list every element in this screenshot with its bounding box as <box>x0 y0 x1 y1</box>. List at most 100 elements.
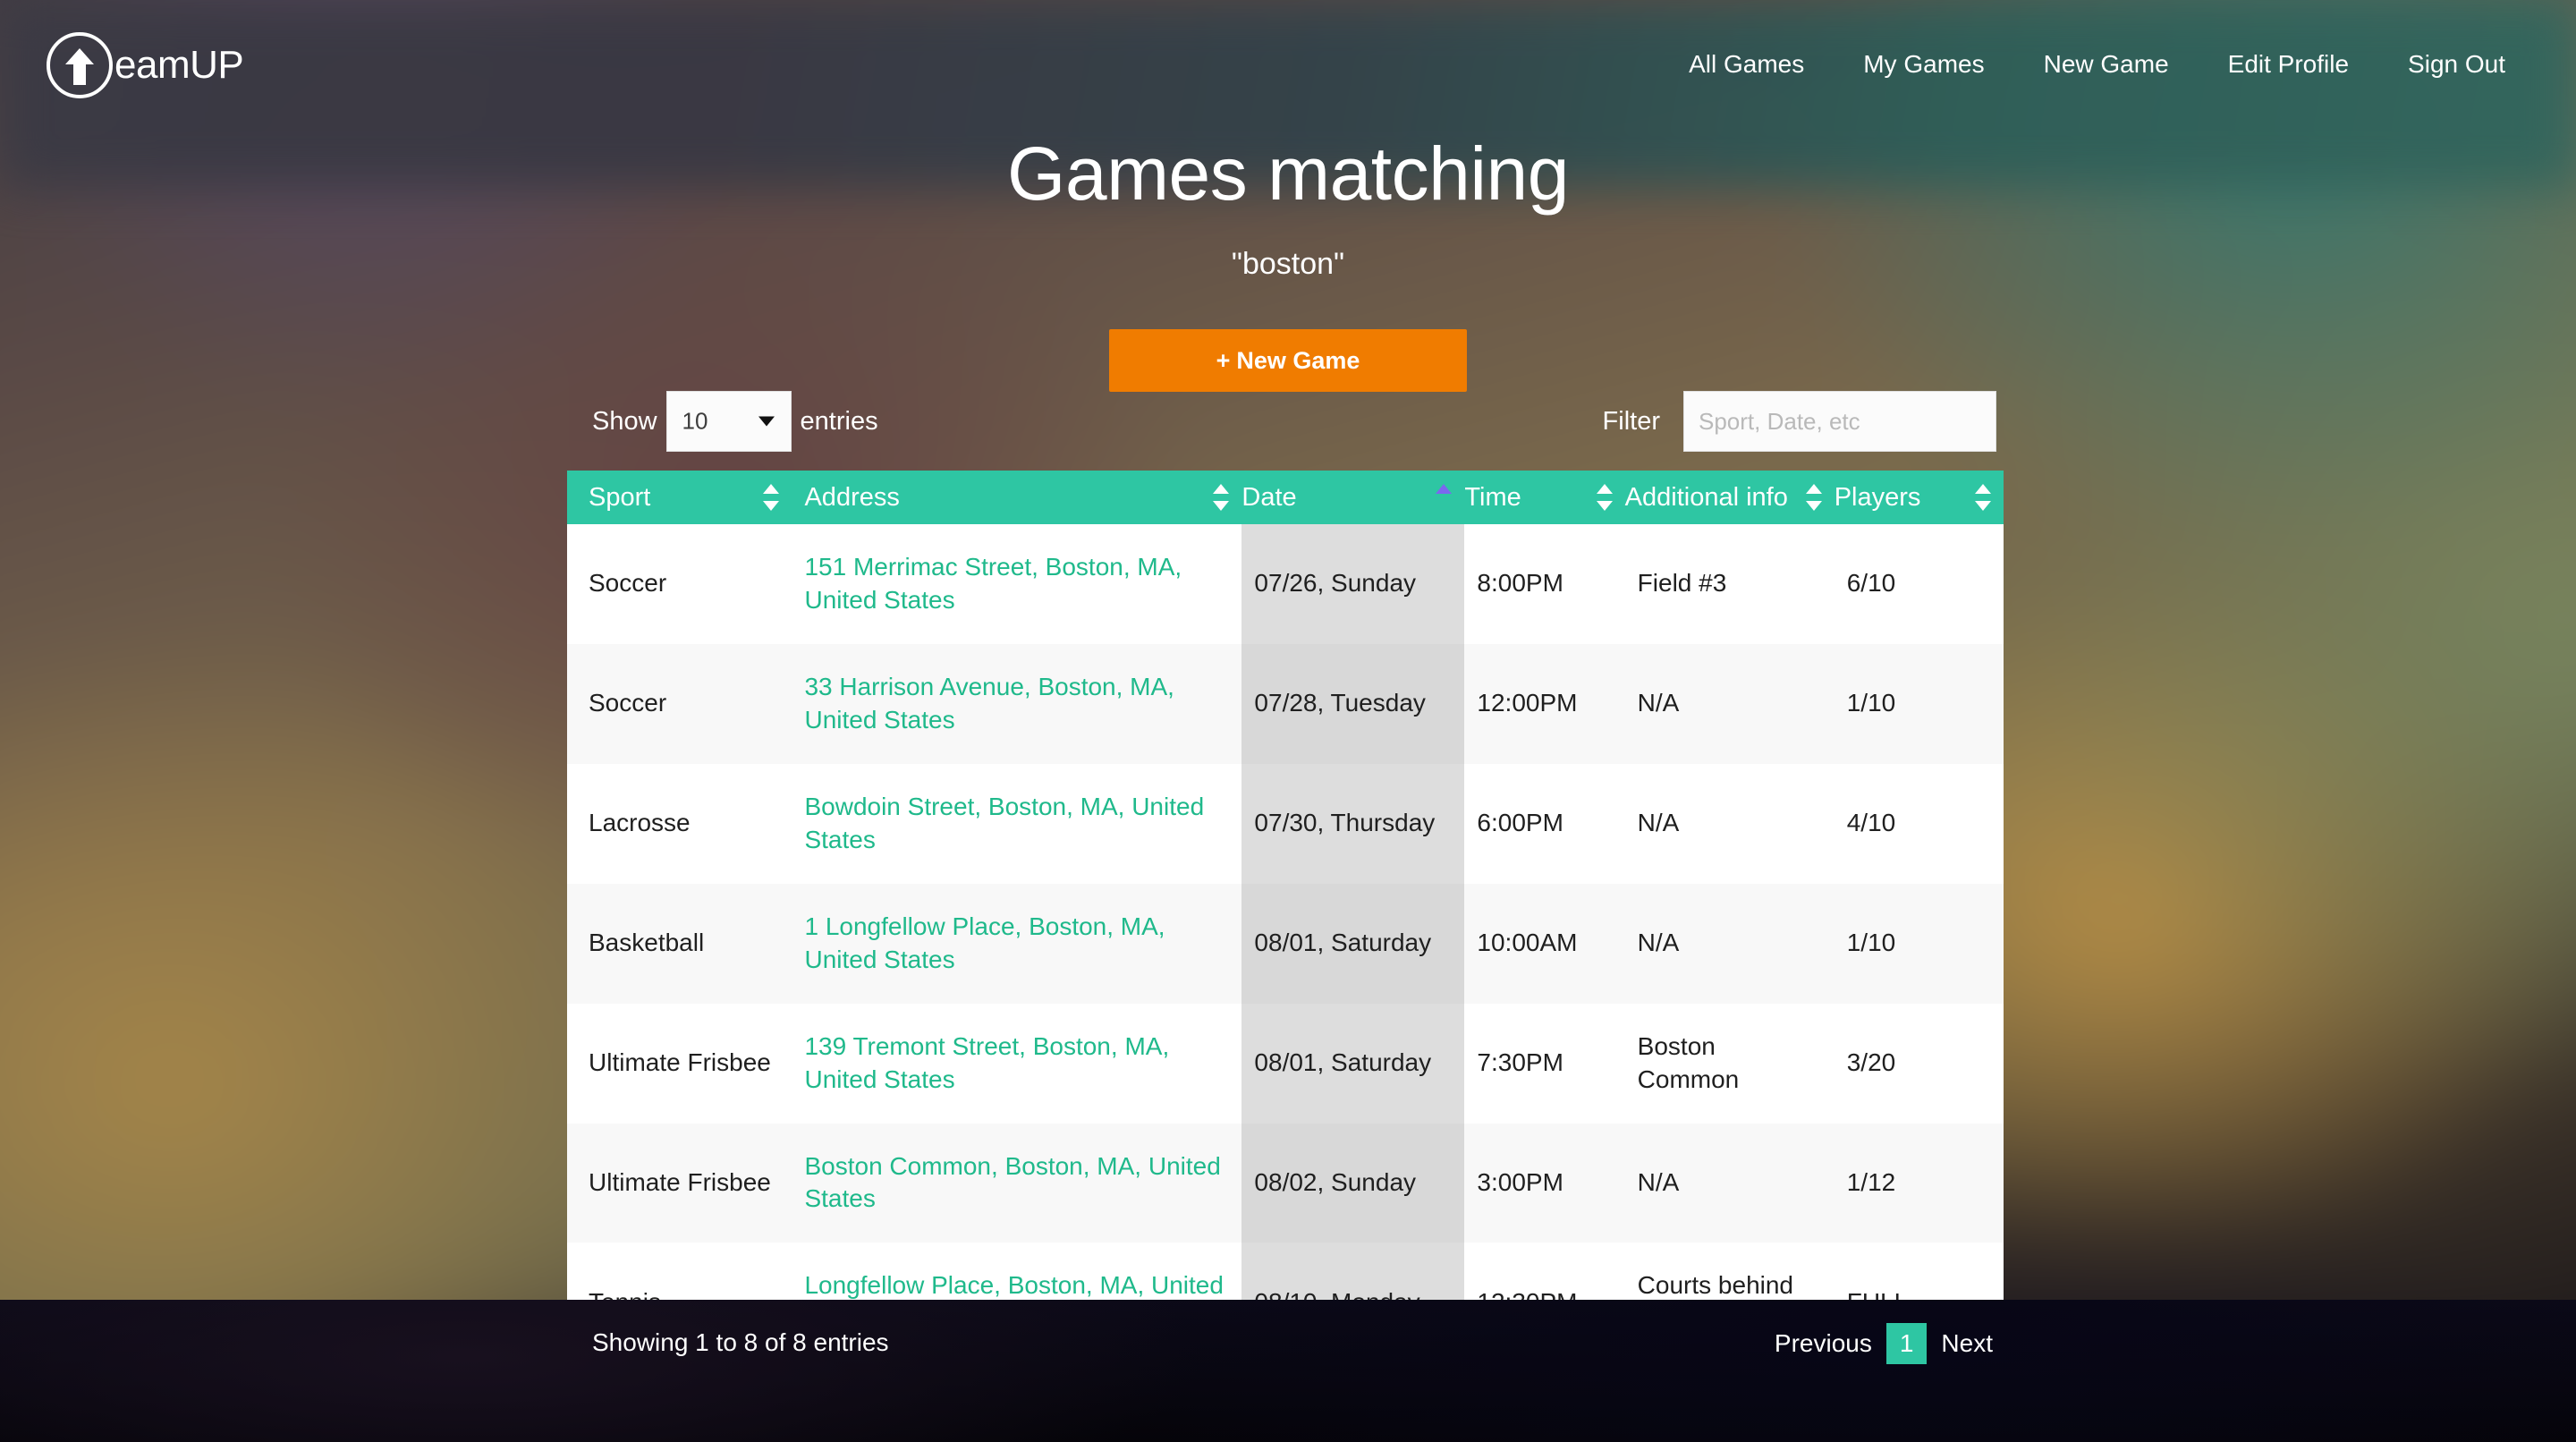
page-root: eamUP All Games My Games New Game Edit P… <box>0 0 2576 1442</box>
cell-players: 4/10 <box>1846 809 1896 837</box>
cell-time: 10:00AM <box>1477 929 1578 957</box>
cell-address: Boston Common, Boston, MA, United States <box>792 1124 1241 1243</box>
pagination-next[interactable]: Next <box>1930 1323 2004 1364</box>
new-game-button-label: New Game <box>1236 347 1360 374</box>
nav-item-all-games[interactable]: All Games <box>1659 50 1834 79</box>
table-header-row: Sport Address Date Time Additional info … <box>567 471 2004 524</box>
column-label-sport: Sport <box>589 482 651 512</box>
column-label-address: Address <box>804 482 900 512</box>
entries-label: entries <box>800 406 878 436</box>
cell-date: 08/02, Sunday <box>1241 1123 1465 1243</box>
cell-additional-info: N/A <box>1637 809 1680 837</box>
cell-time: 3:00PM <box>1477 1168 1563 1196</box>
entries-per-page-select[interactable]: 10 <box>665 391 792 452</box>
brand-logo-link[interactable]: eamUP <box>47 32 244 98</box>
column-header-players[interactable]: Players <box>1834 471 2004 524</box>
new-game-button-wrapper: + New Game <box>0 329 2576 392</box>
nav-item-my-games[interactable]: My Games <box>1834 50 2013 79</box>
cell-address: 1 Longfellow Place, Boston, MA, United S… <box>792 884 1241 1004</box>
address-link[interactable]: Boston Common, Boston, MA, United States <box>804 1152 1220 1213</box>
address-link[interactable]: 139 Tremont Street, Boston, MA, United S… <box>804 1032 1169 1093</box>
cell-address: Longfellow Place, Boston, MA, United Sta… <box>792 1243 1241 1300</box>
cell-sport: Ultimate Frisbee <box>589 1048 771 1077</box>
circle-up-arrow-icon <box>47 32 113 98</box>
cell-time: 8:00PM <box>1477 569 1563 598</box>
nav-item-sign-out[interactable]: Sign Out <box>2378 50 2535 79</box>
column-header-time[interactable]: Time <box>1464 471 1625 524</box>
address-link[interactable]: 33 Harrison Avenue, Boston, MA, United S… <box>804 673 1174 734</box>
column-label-date: Date <box>1241 482 1297 512</box>
cell-address: Bowdoin Street, Boston, MA, United State… <box>792 764 1241 884</box>
cell-date: 08/10, Monday <box>1241 1243 1465 1300</box>
cell-date: 07/26, Sunday <box>1241 524 1465 644</box>
table-info-text: Showing 1 to 8 of 8 entries <box>592 1328 889 1356</box>
games-table-head: Sport Address Date Time Additional info … <box>567 471 2004 524</box>
table-row[interactable]: Ultimate Frisbee Boston Common, Boston, … <box>567 1123 2004 1243</box>
cell-sport: Tennis <box>567 1243 792 1300</box>
entries-per-page-value: 10 <box>682 407 708 435</box>
filter-input[interactable] <box>1683 391 1996 452</box>
games-table-container: Sport Address Date Time Additional info … <box>567 471 2004 1300</box>
cell-date: 07/30, Thursday <box>1241 763 1465 884</box>
column-header-sport[interactable]: Sport <box>567 471 792 524</box>
pagination-page-1[interactable]: 1 <box>1885 1323 1928 1364</box>
length-control: Show 10 entries <box>592 391 878 452</box>
cell-time: 12:30PM <box>1464 1243 1624 1300</box>
new-game-button[interactable]: + New Game <box>1109 329 1467 392</box>
chevron-down-icon <box>758 416 775 427</box>
address-link[interactable]: 151 Merrimac Street, Boston, MA, United … <box>804 553 1182 614</box>
cell-additional-info: N/A <box>1637 1168 1680 1196</box>
plus-icon: + <box>1216 347 1231 374</box>
nav-links: All Games My Games New Game Edit Profile… <box>1659 50 2535 79</box>
nav-item-new-game[interactable]: New Game <box>2014 50 2199 79</box>
address-link[interactable]: Bowdoin Street, Boston, MA, United State… <box>804 793 1204 853</box>
column-label-time: Time <box>1464 482 1521 512</box>
sort-icon-players[interactable] <box>1975 482 1991 513</box>
cell-players: 6/10 <box>1846 569 1896 598</box>
table-footer: Showing 1 to 8 of 8 entries Previous 1 N… <box>0 1300 2576 1442</box>
pagination-previous[interactable]: Previous <box>1764 1323 1883 1364</box>
cell-players: 3/20 <box>1846 1048 1896 1077</box>
cell-additional-info: Boston Common <box>1637 1031 1740 1093</box>
table-row[interactable]: Lacrosse Bowdoin Street, Boston, MA, Uni… <box>567 763 2004 884</box>
games-table: Sport Address Date Time Additional info … <box>567 471 2004 1300</box>
pagination: Previous 1 Next <box>1764 1323 2004 1364</box>
sort-icon-time[interactable] <box>1596 482 1613 513</box>
table-row[interactable]: Ultimate Frisbee 139 Tremont Street, Bos… <box>567 1003 2004 1124</box>
column-header-date[interactable]: Date <box>1241 471 1465 524</box>
address-link[interactable]: 1 Longfellow Place, Boston, MA, United S… <box>804 912 1165 973</box>
nav-item-edit-profile[interactable]: Edit Profile <box>2199 50 2378 79</box>
cell-address: 139 Tremont Street, Boston, MA, United S… <box>792 1004 1241 1124</box>
cell-sport: Lacrosse <box>589 809 691 837</box>
cell-sport: Soccer <box>589 569 667 598</box>
column-header-address[interactable]: Address <box>792 471 1242 524</box>
cell-time: 6:00PM <box>1477 809 1563 837</box>
table-row[interactable]: Soccer 151 Merrimac Street, Boston, MA, … <box>567 524 2004 644</box>
cell-sport: Basketball <box>589 929 705 957</box>
brand-name: eamUP <box>114 43 244 87</box>
column-header-additional-info[interactable]: Additional info <box>1624 471 1835 524</box>
page-subtitle: "boston" <box>1231 247 1345 281</box>
filter-control: Filter <box>1603 391 1996 452</box>
cell-additional-info: N/A <box>1637 689 1680 717</box>
cell-additional-info: N/A <box>1637 929 1680 957</box>
cell-players: FULL <box>1835 1243 2004 1300</box>
cell-time: 12:00PM <box>1477 689 1578 717</box>
table-row[interactable]: Tennis Longfellow Place, Boston, MA, Uni… <box>567 1243 2004 1300</box>
games-table-body: Soccer 151 Merrimac Street, Boston, MA, … <box>567 524 2004 1300</box>
table-controls: Show 10 entries Filter <box>567 391 2004 452</box>
table-row[interactable]: Soccer 33 Harrison Avenue, Boston, MA, U… <box>567 643 2004 764</box>
show-label: Show <box>592 406 657 436</box>
cell-date: 08/01, Saturday <box>1241 883 1465 1004</box>
address-link[interactable]: Longfellow Place, Boston, MA, United Sta… <box>804 1271 1223 1300</box>
sort-icon-address[interactable] <box>1213 482 1230 513</box>
cell-address: 151 Merrimac Street, Boston, MA, United … <box>792 524 1241 644</box>
cell-date: 07/28, Tuesday <box>1241 643 1465 764</box>
sort-icon-sport[interactable] <box>763 482 780 513</box>
sort-icon-additional-info[interactable] <box>1805 482 1822 513</box>
filter-label: Filter <box>1602 406 1660 436</box>
cell-players: 1/10 <box>1846 929 1896 957</box>
cell-sport: Soccer <box>589 689 667 717</box>
sort-icon-date-ascending[interactable] <box>1436 482 1453 513</box>
table-row[interactable]: Basketball 1 Longfellow Place, Boston, M… <box>567 883 2004 1004</box>
